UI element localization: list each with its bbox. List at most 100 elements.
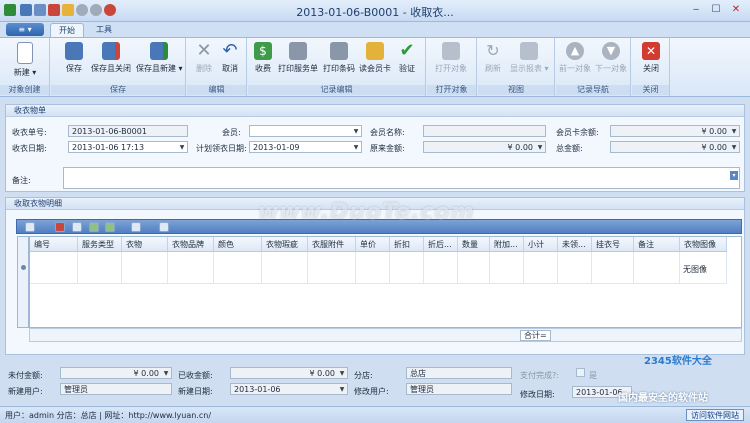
chevron-down-icon[interactable]: ▼ bbox=[536, 143, 544, 152]
app-menu-button[interactable]: ≡ ▾ bbox=[6, 23, 44, 36]
column-header[interactable]: 数量 bbox=[458, 237, 490, 252]
member-label: 会员: bbox=[222, 128, 241, 137]
grid-cell[interactable] bbox=[308, 252, 356, 284]
pickup-field[interactable]: 2013-01-09 ▼ bbox=[249, 141, 362, 153]
grid-cell[interactable] bbox=[424, 252, 458, 284]
column-header[interactable]: 未领... bbox=[558, 237, 592, 252]
verify-button[interactable]: ✔ 验证 bbox=[398, 40, 416, 74]
grid-delete-icon[interactable] bbox=[55, 222, 65, 232]
cancel-button[interactable]: ↶ 取消 bbox=[221, 40, 239, 74]
grid-cell[interactable] bbox=[78, 252, 122, 284]
column-header[interactable]: 折后... bbox=[424, 237, 458, 252]
modifier-field[interactable]: 管理员 bbox=[406, 383, 512, 395]
grid-cell[interactable] bbox=[122, 252, 168, 284]
total-value: ¥ 0.00 bbox=[701, 143, 727, 152]
chevron-down-icon[interactable]: ▼ bbox=[352, 127, 360, 136]
chevron-down-icon[interactable]: ▼ bbox=[730, 143, 738, 152]
column-header[interactable]: 单价 bbox=[356, 237, 390, 252]
chevron-down-icon[interactable]: ▼ bbox=[178, 143, 186, 152]
column-header[interactable]: 小计 bbox=[524, 237, 558, 252]
print-barcode-button[interactable]: 打印条码 bbox=[323, 40, 355, 74]
pay-done-checkbox[interactable] bbox=[576, 368, 585, 377]
chevron-down-icon[interactable]: ▼ bbox=[338, 385, 346, 394]
read-card-button[interactable]: 读会员卡 bbox=[359, 40, 391, 74]
grid-refresh-icon[interactable] bbox=[105, 222, 115, 232]
tab-tools[interactable]: 工具 bbox=[88, 23, 120, 37]
tab-home[interactable]: 开始 bbox=[50, 23, 84, 37]
column-header[interactable]: 编号 bbox=[30, 237, 78, 252]
grid-cell[interactable] bbox=[524, 252, 558, 284]
member-field[interactable]: ▼ bbox=[249, 125, 362, 137]
grid-cell[interactable] bbox=[214, 252, 262, 284]
modified-label: 修改日期: bbox=[520, 390, 555, 399]
date-field[interactable]: 2013-01-06 17:13 ▼ bbox=[68, 141, 188, 153]
column-header[interactable]: 服务类型 bbox=[78, 237, 122, 252]
details-grid[interactable]: 编号 服务类型 衣物 衣物品牌 颜色 衣物瑕疵 衣服附件 单价 折扣 折后... 数量 附加... 小计… bbox=[29, 236, 742, 328]
column-header[interactable]: 颜色 bbox=[214, 237, 262, 252]
grid-add-icon[interactable] bbox=[89, 222, 99, 232]
close-icon[interactable]: ✕ bbox=[726, 3, 746, 18]
grid-export-icon[interactable] bbox=[159, 222, 169, 232]
refresh-button[interactable]: ↻ 刷新 bbox=[484, 40, 502, 74]
grid-cell[interactable] bbox=[558, 252, 592, 284]
show-report-button[interactable]: 显示报表 ▾ bbox=[510, 40, 549, 74]
close-button[interactable]: ✕ 关闭 bbox=[642, 40, 660, 74]
save-new-button[interactable]: 保存且新建 ▾ bbox=[136, 40, 183, 74]
remark-field[interactable]: ▾ bbox=[63, 167, 740, 189]
card-balance-field[interactable]: ¥ 0.00 ▼ bbox=[610, 125, 740, 137]
prev-object-button[interactable]: ▲ 前一对象 bbox=[559, 40, 591, 74]
card-icon bbox=[366, 42, 384, 60]
unpaid-field[interactable]: ¥ 0.00 ▼ bbox=[60, 367, 172, 379]
grid-cell[interactable] bbox=[262, 252, 308, 284]
column-header[interactable]: 衣物 bbox=[122, 237, 168, 252]
next-object-button[interactable]: ▼ 下一对象 bbox=[595, 40, 627, 74]
minimize-icon[interactable]: ‒ bbox=[686, 3, 706, 18]
visit-website-button[interactable]: 访问软件网站 bbox=[686, 409, 744, 421]
column-header[interactable]: 衣物品牌 bbox=[168, 237, 214, 252]
chevron-down-icon[interactable]: ▼ bbox=[730, 127, 738, 136]
refresh-label: 刷新 bbox=[485, 64, 501, 73]
new-button-label: 新建 ▾ bbox=[13, 68, 37, 77]
column-header[interactable]: 挂衣号 bbox=[592, 237, 634, 252]
total-field[interactable]: ¥ 0.00 ▼ bbox=[610, 141, 740, 153]
creator-field[interactable]: 管理员 bbox=[60, 383, 172, 395]
member-name-field[interactable] bbox=[423, 125, 546, 137]
group-label-create: 对象创建 bbox=[0, 85, 49, 95]
grid-cell[interactable] bbox=[168, 252, 214, 284]
original-field[interactable]: ¥ 0.00 ▼ bbox=[423, 141, 546, 153]
grid-edit-icon[interactable] bbox=[72, 222, 82, 232]
save-button[interactable]: 保存 bbox=[65, 40, 83, 74]
scroll-icon[interactable]: ▾ bbox=[730, 171, 738, 180]
grid-cell[interactable] bbox=[458, 252, 490, 284]
grid-cell[interactable] bbox=[634, 252, 680, 284]
order-no-field[interactable]: 2013-01-06-B0001 bbox=[68, 125, 188, 137]
branch-field[interactable]: 总店 bbox=[406, 367, 512, 379]
chevron-down-icon[interactable]: ▼ bbox=[352, 143, 360, 152]
grid-new-icon[interactable] bbox=[25, 222, 35, 232]
grid-cell[interactable]: 无图像 bbox=[680, 252, 727, 284]
grid-print-icon[interactable] bbox=[131, 222, 141, 232]
paid-field[interactable]: ¥ 0.00 ▼ bbox=[230, 367, 348, 379]
chevron-down-icon[interactable]: ▼ bbox=[338, 369, 346, 378]
print-service-button[interactable]: 打印服务单 bbox=[278, 40, 318, 74]
column-header[interactable]: 备注 bbox=[634, 237, 680, 252]
column-header[interactable]: 衣服附件 bbox=[308, 237, 356, 252]
paid-label: 已收金额: bbox=[178, 371, 213, 380]
open-object-button[interactable]: 打开对象 bbox=[435, 40, 467, 74]
created-field[interactable]: 2013-01-06 ▼ bbox=[230, 383, 348, 395]
grid-cell[interactable] bbox=[30, 252, 78, 284]
new-button[interactable]: 新建 ▾ bbox=[9, 40, 41, 78]
save-close-button[interactable]: 保存且关闭 bbox=[91, 40, 131, 74]
charge-button[interactable]: $ 收费 bbox=[254, 40, 272, 74]
column-header[interactable]: 衣物瑕疵 bbox=[262, 237, 308, 252]
column-header[interactable]: 衣物图像 bbox=[680, 237, 727, 252]
maximize-icon[interactable]: ☐ bbox=[706, 3, 726, 18]
grid-cell[interactable] bbox=[390, 252, 424, 284]
delete-button[interactable]: ✕ 删除 bbox=[195, 40, 213, 74]
chevron-down-icon[interactable]: ▼ bbox=[162, 369, 170, 378]
grid-cell[interactable] bbox=[592, 252, 634, 284]
column-header[interactable]: 折扣 bbox=[390, 237, 424, 252]
column-header[interactable]: 附加... bbox=[490, 237, 524, 252]
grid-cell[interactable] bbox=[490, 252, 524, 284]
grid-cell[interactable] bbox=[356, 252, 390, 284]
